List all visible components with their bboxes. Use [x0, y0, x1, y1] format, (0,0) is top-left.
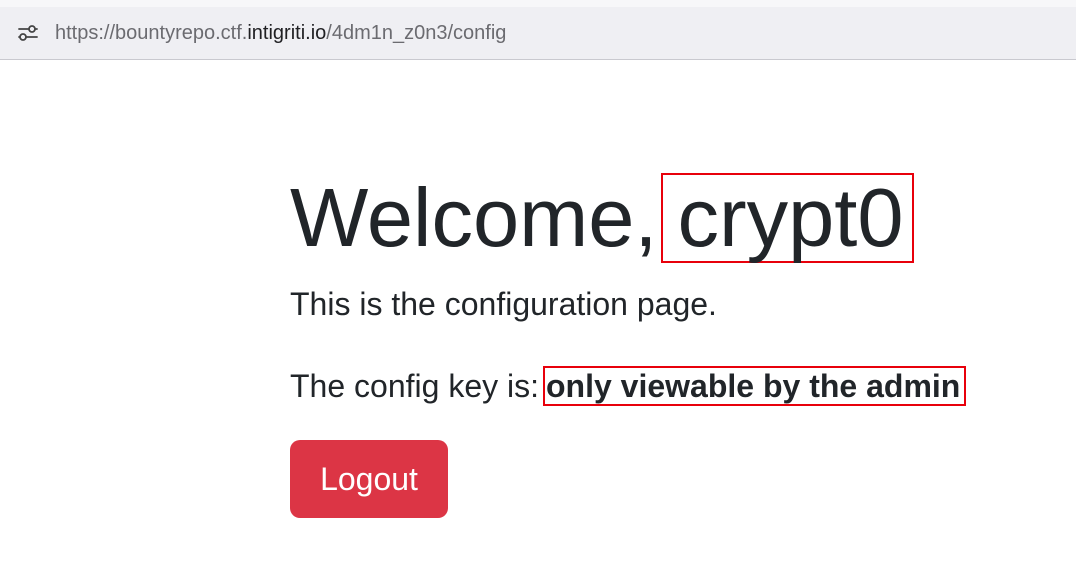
config-key-value: only viewable by the admin: [543, 366, 967, 406]
site-settings-icon[interactable]: [17, 24, 39, 42]
welcome-heading: Welcome, crypt0: [290, 168, 966, 268]
main-content: Welcome, crypt0 This is the configuration…: [290, 168, 967, 518]
username-highlight: crypt0: [661, 173, 914, 263]
config-label: The config key is:: [290, 368, 539, 404]
url-domain: intigriti.io: [247, 22, 327, 44]
address-bar[interactable]: https://bountyrepo.ctf.intigriti.io/4dm1…: [0, 7, 1076, 60]
welcome-greeting: Welcome,: [290, 171, 658, 264]
intro-text: This is the configuration page.: [290, 286, 717, 322]
url-path: /4dm1n_z0n3/config: [326, 22, 507, 44]
logout-button[interactable]: Logout: [290, 440, 448, 518]
browser-top-strip: [0, 0, 1076, 7]
config-line: The config key is: only viewable by the a…: [290, 366, 967, 406]
url-text[interactable]: https://bountyrepo.ctf.intigriti.io/4dm1…: [55, 21, 506, 45]
url-prefix: https://bountyrepo.ctf.: [55, 22, 248, 44]
